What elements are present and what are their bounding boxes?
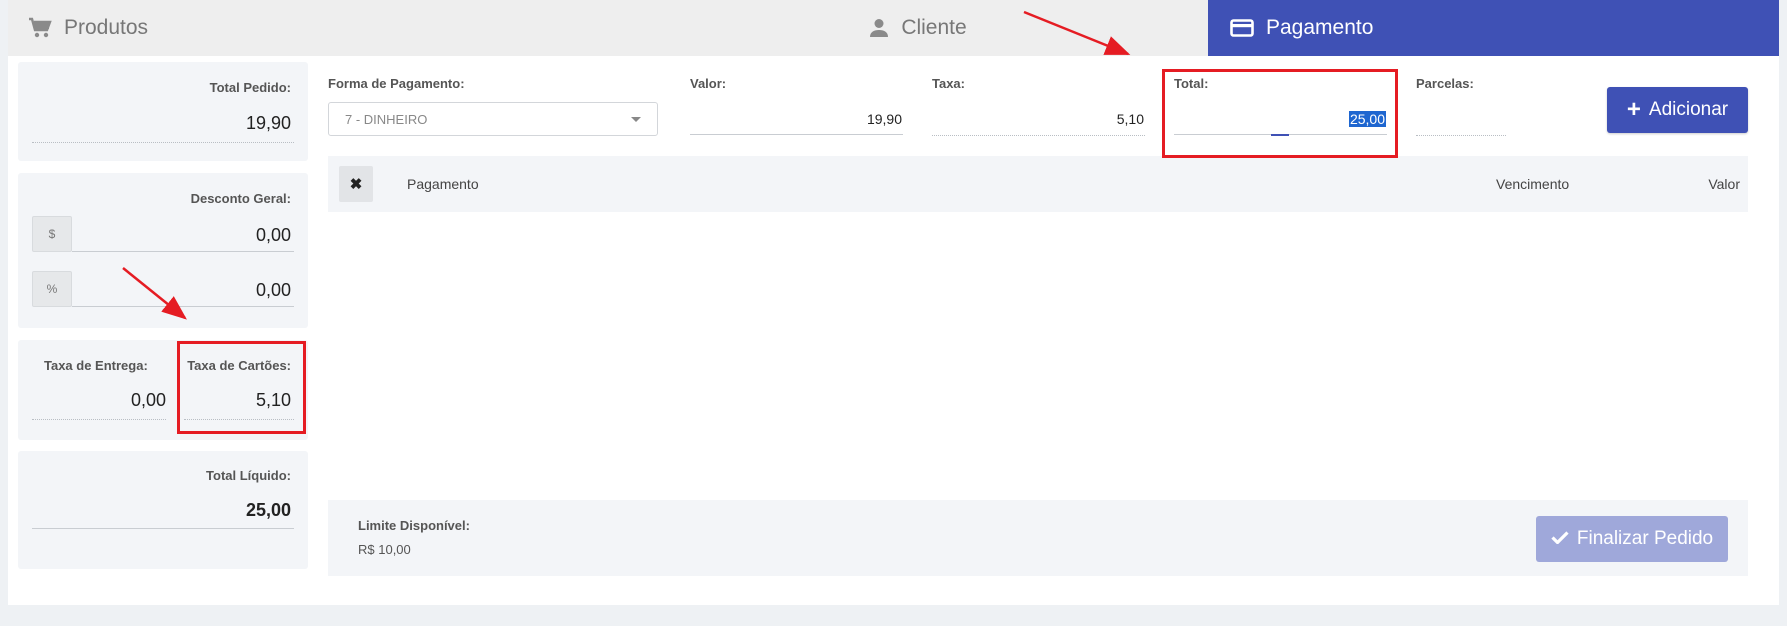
tab-produtos[interactable]: Produtos bbox=[8, 0, 628, 56]
column-vencimento: Vencimento bbox=[1496, 176, 1570, 192]
currency-addon: $ bbox=[32, 216, 72, 252]
order-footer: Limite Disponível: R$ 10,00 Finalizar Pe… bbox=[328, 500, 1748, 576]
total-liquido-value: 25,00 bbox=[245, 500, 291, 520]
plus-icon: + bbox=[1626, 96, 1641, 123]
desconto-label: Desconto Geral: bbox=[190, 191, 291, 206]
annotation-box-total bbox=[1162, 69, 1398, 158]
forma-pagamento-select[interactable]: 7 - DINHEIRO bbox=[328, 102, 658, 136]
annotation-box-taxa-cartoes bbox=[177, 341, 306, 434]
input-underline bbox=[72, 251, 294, 252]
adicionar-label: Adicionar bbox=[1648, 99, 1729, 120]
tab-label: Produtos bbox=[64, 16, 149, 39]
taxa-entrega-label: Taxa de Entrega: bbox=[44, 358, 148, 373]
total-pedido-value: 19,90 bbox=[245, 113, 291, 133]
total-liquido-label: Total Líquido: bbox=[206, 468, 291, 483]
person-icon bbox=[869, 18, 889, 38]
credit-card-icon bbox=[1230, 19, 1254, 37]
finalizar-pedido-button[interactable]: Finalizar Pedido bbox=[1536, 516, 1728, 562]
divider bbox=[32, 528, 294, 529]
total-pedido-panel: Total Pedido: 19,90 bbox=[18, 62, 308, 161]
input-underline bbox=[690, 134, 903, 135]
check-icon bbox=[1551, 528, 1569, 550]
forma-pagamento-label: Forma de Pagamento: bbox=[328, 76, 465, 91]
taxa-entrega-value: 0,00 bbox=[130, 390, 166, 410]
tab-label: Pagamento bbox=[1266, 16, 1374, 39]
input-underline bbox=[1416, 135, 1506, 136]
adicionar-button[interactable]: + Adicionar bbox=[1607, 87, 1748, 133]
close-icon[interactable]: ✖ bbox=[339, 166, 373, 202]
divider bbox=[32, 419, 166, 420]
finalizar-label: Finalizar Pedido bbox=[1576, 528, 1714, 549]
payments-table-header: ✖ Pagamento Vencimento Valor bbox=[328, 156, 1748, 212]
divider bbox=[32, 142, 294, 143]
total-pedido-label: Total Pedido: bbox=[209, 80, 291, 95]
total-liquido-panel: Total Líquido: 25,00 bbox=[18, 451, 308, 569]
limite-label: Limite Disponível: bbox=[358, 518, 470, 533]
input-underline bbox=[72, 306, 294, 307]
column-pagamento: Pagamento bbox=[407, 176, 479, 192]
percent-addon: % bbox=[32, 271, 72, 307]
valor-input[interactable]: 19,90 bbox=[690, 111, 902, 127]
chevron-down-icon bbox=[631, 116, 641, 122]
input-underline bbox=[932, 135, 1145, 136]
desconto-currency-input[interactable]: 0,00 bbox=[256, 225, 291, 246]
tab-bar: Produtos Cliente Pagamento bbox=[8, 0, 1779, 56]
valor-label: Valor: bbox=[690, 76, 727, 91]
forma-pagamento-value: 7 - DINHEIRO bbox=[345, 111, 428, 127]
tab-pagamento[interactable]: Pagamento bbox=[1208, 0, 1779, 56]
cart-icon bbox=[28, 17, 52, 39]
tab-label: Cliente bbox=[901, 16, 967, 39]
taxa-label: Taxa: bbox=[932, 76, 965, 91]
column-valor: Valor bbox=[1708, 176, 1740, 192]
desconto-percent-input[interactable]: 0,00 bbox=[256, 280, 291, 301]
tab-cliente[interactable]: Cliente bbox=[628, 0, 1208, 56]
parcelas-label: Parcelas: bbox=[1416, 76, 1474, 91]
limite-value: R$ 10,00 bbox=[358, 542, 411, 557]
taxa-input[interactable]: 5,10 bbox=[932, 111, 1144, 127]
desconto-panel: Desconto Geral: $ 0,00 % 0,00 bbox=[18, 173, 308, 328]
